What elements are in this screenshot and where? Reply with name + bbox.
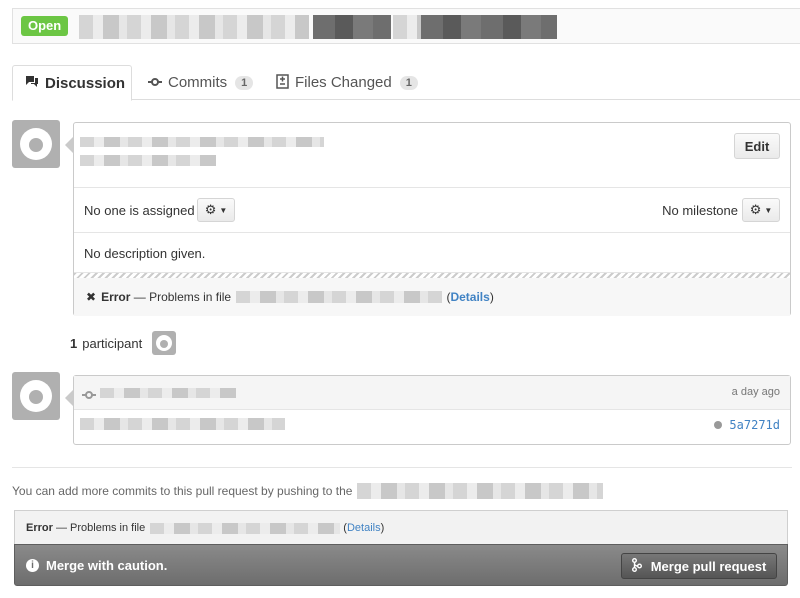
- merge-error-label: Error: [26, 522, 53, 534]
- info-icon: i: [26, 559, 39, 572]
- tab-commits[interactable]: Commits 1: [148, 65, 254, 100]
- commit-header: a day ago: [74, 376, 790, 410]
- meta-row: No one is assigned ⚙ ▼ No milestone ⚙ ▼: [74, 188, 790, 233]
- files-changed-count: 1: [399, 75, 418, 90]
- merge-caution-text: Merge with caution.: [46, 558, 168, 573]
- merge-error-file-redacted: [150, 522, 341, 534]
- caret-icon: ▼: [219, 205, 228, 215]
- discussion-header: Edit: [74, 123, 790, 188]
- assignee-gear-button[interactable]: ⚙ ▼: [197, 198, 235, 222]
- tab-discussion[interactable]: Discussion: [12, 65, 132, 101]
- participant-avatar[interactable]: [152, 331, 177, 355]
- branch-name-redacted: [357, 483, 604, 499]
- status-dot-icon: [714, 421, 723, 429]
- participants-label: participant: [82, 335, 143, 351]
- state-badge: Open: [21, 16, 69, 36]
- merge-error: Error — Problems in file (Details): [14, 510, 788, 544]
- commit-box: a day ago 5a7271d: [65, 375, 791, 445]
- commits-count: 1: [235, 75, 254, 90]
- commit-sha-link[interactable]: 5a7271d: [729, 418, 780, 432]
- author-avatar[interactable]: [12, 120, 60, 168]
- error-file-redacted: [236, 291, 443, 303]
- committer-avatar[interactable]: [12, 372, 60, 420]
- error-label: Error: [101, 290, 131, 304]
- error-x-icon: ✖: [86, 290, 97, 304]
- pr-title-redacted: [79, 15, 569, 39]
- gear-icon: ⚙: [749, 202, 762, 217]
- milestone-text: No milestone: [662, 203, 738, 218]
- error-row: ✖ Error — Problems in file (Details): [74, 278, 790, 316]
- merge-icon: [631, 557, 642, 575]
- commit-icon: [82, 388, 96, 403]
- participants: 1 participant: [70, 331, 177, 355]
- diff-icon: [276, 73, 289, 92]
- discussion-box: Edit No one is assigned ⚙ ▼ No milestone …: [65, 122, 791, 316]
- tab-files-changed[interactable]: Files Changed 1: [276, 65, 418, 100]
- error-details-link[interactable]: Details: [450, 290, 489, 304]
- title-redacted: [80, 137, 324, 147]
- description-row: No description given.: [74, 233, 790, 273]
- participants-count: 1: [70, 335, 78, 351]
- gear-icon: ⚙: [204, 202, 217, 217]
- merge-bar: i Merge with caution. Merge pull request: [14, 544, 788, 586]
- committer-name-redacted: [100, 388, 236, 398]
- tab-files-changed-label: Files Changed: [295, 74, 392, 91]
- milestone-gear-button[interactable]: ⚙ ▼: [742, 198, 780, 222]
- description-text: No description given.: [84, 246, 206, 261]
- merge-error-details-link[interactable]: Details: [347, 522, 381, 534]
- commit-message-redacted[interactable]: [80, 418, 285, 430]
- subtitle-redacted: [80, 155, 216, 166]
- merge-info: You can add more commits to this pull re…: [12, 483, 604, 499]
- error-message: — Problems in file: [130, 290, 235, 304]
- pull-request-header: Open 2: [12, 8, 800, 44]
- merge-error-message: — Problems in file: [52, 522, 149, 534]
- edit-button[interactable]: Edit: [734, 133, 780, 159]
- commit-time: a day ago: [731, 386, 780, 398]
- tab-commits-label: Commits: [168, 74, 228, 91]
- commit-icon: [148, 75, 162, 90]
- discussion-icon: [25, 75, 39, 91]
- merge-button-label: Merge pull request: [650, 558, 767, 574]
- assignee-text: No one is assigned: [84, 203, 195, 218]
- merge-info-text: You can add more commits to this pull re…: [12, 484, 353, 498]
- merge-pull-request-button[interactable]: Merge pull request: [621, 553, 777, 579]
- tab-discussion-label: Discussion: [45, 74, 126, 92]
- divider: [12, 467, 792, 468]
- tab-bar: Discussion Commits 1 Files Changed 1: [12, 65, 800, 101]
- caret-icon: ▼: [764, 205, 773, 215]
